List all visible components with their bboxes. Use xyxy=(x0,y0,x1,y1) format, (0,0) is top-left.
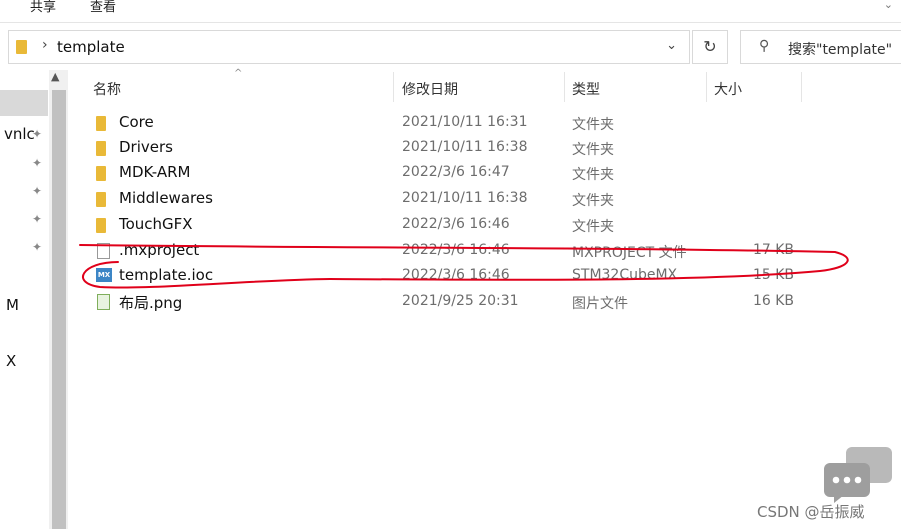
pin-icon: ✦ xyxy=(32,240,43,254)
file-date: 2021/9/25 20:31 xyxy=(402,293,519,309)
ribbon-bar: 共享 查看 ⌄ xyxy=(0,0,901,23)
nav-item-3[interactable]: X xyxy=(6,352,16,370)
pin-icon: ✦ xyxy=(32,212,43,226)
search-box[interactable]: ⚲ 搜索"template" xyxy=(740,30,901,64)
file-icon xyxy=(97,243,110,259)
file-name: Middlewares xyxy=(119,189,213,207)
file-date: 2021/10/11 16:38 xyxy=(402,190,528,206)
chevron-right-icon[interactable]: › xyxy=(42,37,48,53)
pin-icon: ✦ xyxy=(32,184,43,198)
expand-ribbon-icon[interactable]: ⌄ xyxy=(884,0,893,11)
address-toolbar: › template ⌄ ↻ ⚲ 搜索"template" xyxy=(0,28,901,68)
mx-file-icon: MX xyxy=(96,268,112,282)
folder-icon xyxy=(96,218,106,233)
file-type: 文件夹 xyxy=(572,117,614,133)
refresh-icon: ↻ xyxy=(703,37,717,56)
file-date: 2021/10/11 16:31 xyxy=(402,114,528,130)
file-type: 文件夹 xyxy=(572,167,614,183)
column-divider[interactable] xyxy=(393,72,394,102)
file-name: TouchGFX xyxy=(119,215,193,233)
file-name: Drivers xyxy=(119,138,173,156)
column-divider[interactable] xyxy=(564,72,565,102)
folder-icon xyxy=(96,166,106,181)
navigation-pane: ▲ vnlc ✦ ✦ ✦ ✦ ✦ M X xyxy=(0,70,68,529)
file-size: 17 KB xyxy=(752,242,794,258)
folder-icon xyxy=(96,141,106,156)
file-date: 2022/3/6 16:47 xyxy=(402,164,510,180)
nav-item-2[interactable]: M xyxy=(6,296,19,314)
address-bar[interactable]: › template ⌄ xyxy=(8,30,690,64)
file-row[interactable]: Core 2021/10/11 16:31 文件夹 xyxy=(68,110,901,135)
column-header-type[interactable]: 类型 xyxy=(572,79,600,99)
file-name: Core xyxy=(119,113,154,131)
pin-icon: ✦ xyxy=(32,127,43,141)
file-row[interactable]: Middlewares 2021/10/11 16:38 文件夹 xyxy=(68,186,901,211)
column-header-size[interactable]: 大小 xyxy=(714,79,742,99)
file-type: 文件夹 xyxy=(572,219,614,235)
file-row[interactable]: Drivers 2021/10/11 16:38 文件夹 xyxy=(68,135,901,160)
pin-icon: ✦ xyxy=(32,156,43,170)
breadcrumb-folder[interactable]: template xyxy=(57,38,125,56)
file-name: 布局.png xyxy=(119,294,183,312)
file-date: 2022/3/6 16:46 xyxy=(402,216,510,232)
file-date: 2021/10/11 16:38 xyxy=(402,139,528,155)
file-size: 15 KB xyxy=(752,267,794,283)
file-type: MXPROJECT 文件 xyxy=(572,245,687,261)
refresh-button[interactable]: ↻ xyxy=(692,30,728,64)
file-row[interactable]: MDK-ARM 2022/3/6 16:47 文件夹 xyxy=(68,160,901,185)
chat-bubble-icon xyxy=(824,447,892,503)
file-type: 文件夹 xyxy=(572,193,614,209)
file-name: MDK-ARM xyxy=(119,163,191,181)
file-row[interactable]: 布局.png 2021/9/25 20:31 图片文件 16 KB xyxy=(68,289,901,314)
search-input[interactable]: 搜索"template" xyxy=(788,39,892,59)
watermark-text: CSDN @岳振威 xyxy=(757,503,865,521)
file-row[interactable]: MX template.ioc 2022/3/6 16:46 STM32Cube… xyxy=(68,263,901,288)
column-headers: ^ 名称 修改日期 类型 大小 xyxy=(68,68,901,104)
file-type: STM32CubeMX xyxy=(572,267,678,283)
nav-selected-item[interactable] xyxy=(0,90,48,116)
folder-icon xyxy=(96,116,106,131)
ribbon-tab-share[interactable]: 共享 xyxy=(30,0,56,15)
nav-item-1[interactable]: vnlc xyxy=(4,125,35,143)
ribbon-tab-view[interactable]: 查看 xyxy=(90,0,116,15)
search-icon: ⚲ xyxy=(759,38,770,54)
chevron-down-icon[interactable]: ⌄ xyxy=(666,38,677,53)
file-type: 图片文件 xyxy=(572,296,628,312)
nav-scrollbar-thumb[interactable] xyxy=(52,90,66,529)
file-name: template.ioc xyxy=(119,266,214,284)
png-file-icon xyxy=(97,294,110,310)
folder-icon xyxy=(16,40,27,54)
file-row[interactable]: TouchGFX 2022/3/6 16:46 文件夹 xyxy=(68,212,901,237)
sort-ascending-icon: ^ xyxy=(234,68,243,79)
file-row[interactable]: .mxproject 2022/3/6 16:46 MXPROJECT 文件 1… xyxy=(68,238,901,263)
file-size: 16 KB xyxy=(752,293,794,309)
file-type: 文件夹 xyxy=(572,142,614,158)
column-header-name[interactable]: 名称 xyxy=(93,79,121,99)
folder-icon xyxy=(96,192,106,207)
file-name: .mxproject xyxy=(119,241,200,259)
column-divider[interactable] xyxy=(706,72,707,102)
file-date: 2022/3/6 16:46 xyxy=(402,242,510,258)
file-date: 2022/3/6 16:46 xyxy=(402,267,510,283)
column-divider[interactable] xyxy=(801,72,802,102)
column-header-date[interactable]: 修改日期 xyxy=(402,79,458,99)
scroll-up-icon[interactable]: ▲ xyxy=(51,70,59,83)
